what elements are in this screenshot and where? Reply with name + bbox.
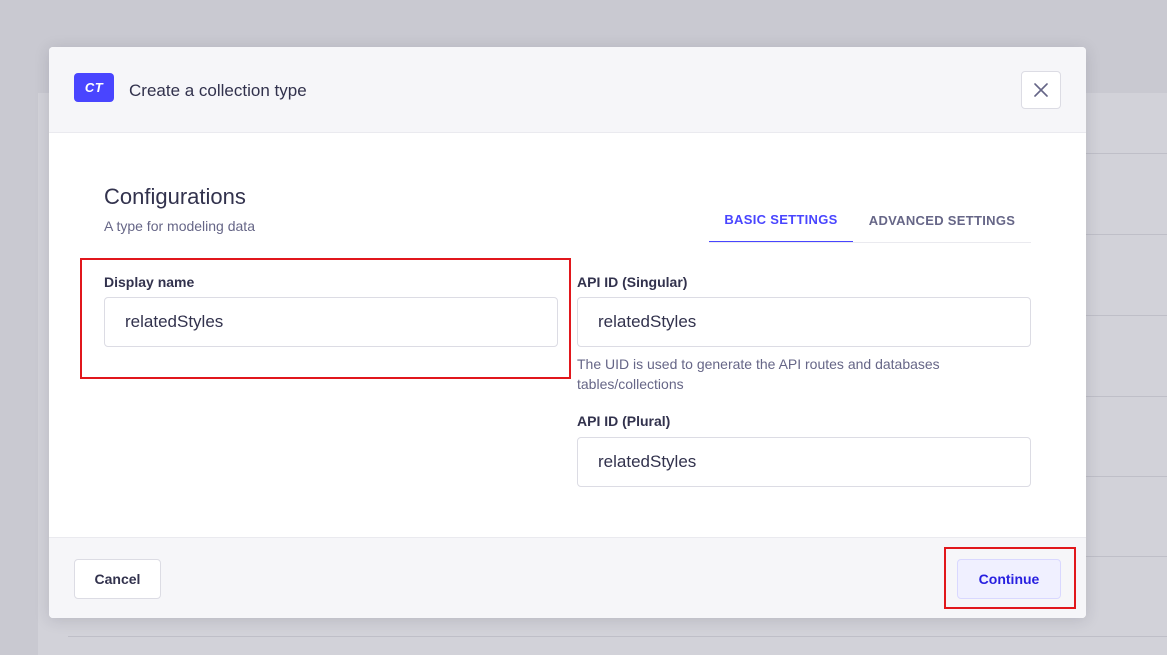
api-id-plural-label: API ID (Plural): [577, 413, 671, 429]
close-icon: [1034, 83, 1048, 97]
api-id-hint: The UID is used to generate the API rout…: [577, 356, 940, 392]
background-divider: [1086, 556, 1167, 557]
configurations-title: Configurations: [104, 184, 246, 209]
background-divider: [1086, 315, 1167, 316]
tab-basic-settings[interactable]: BASIC SETTINGS: [709, 197, 853, 243]
background-divider: [1086, 396, 1167, 397]
cancel-button[interactable]: Cancel: [74, 559, 161, 599]
background-divider: [1086, 153, 1167, 154]
background-divider: [68, 636, 1167, 637]
configurations-subtitle: A type for modeling data: [104, 218, 255, 234]
continue-highlight: [944, 547, 1076, 609]
display-name-highlight: [80, 258, 571, 379]
close-button[interactable]: [1021, 71, 1061, 109]
api-id-singular-label: API ID (Singular): [577, 274, 688, 290]
modal-title: Create a collection type: [129, 81, 307, 100]
modal-footer: Cancel Continue: [49, 537, 1086, 618]
tabs-divider: [709, 242, 1031, 243]
background-divider: [1086, 476, 1167, 477]
collection-type-badge: CT: [74, 73, 114, 102]
background-divider: [1086, 234, 1167, 235]
api-id-singular-input[interactable]: [577, 297, 1031, 347]
modal-header: CT Create a collection type: [49, 47, 1086, 133]
api-id-plural-input[interactable]: [577, 437, 1031, 487]
tab-advanced-settings[interactable]: ADVANCED SETTINGS: [859, 197, 1025, 243]
